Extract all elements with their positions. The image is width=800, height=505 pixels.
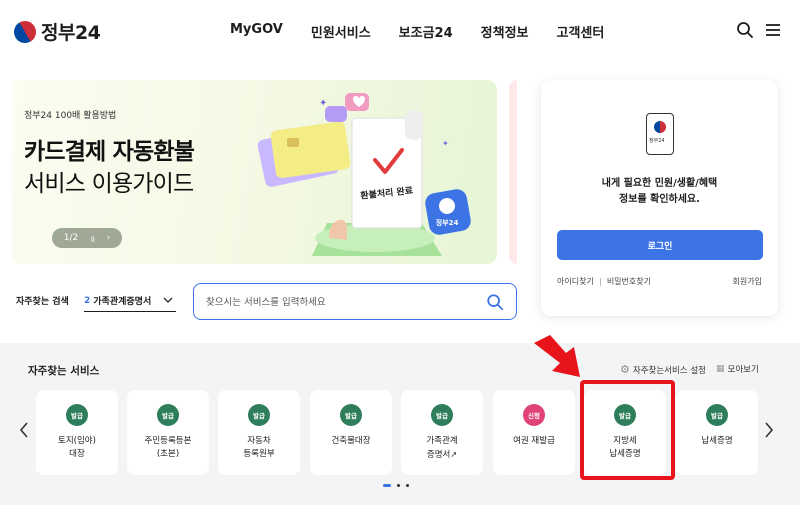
external-link-icon: ↗ <box>450 450 458 459</box>
login-message-line1: 내게 필요한 민원/생활/혜택 <box>601 178 718 189</box>
refund-illustration: 환불처리 완료 ✦ ✦ 정부24 <box>257 93 471 256</box>
issue-badge: 발급 <box>431 404 453 426</box>
logo-text: 정부24 <box>41 22 101 44</box>
chevron-right-icon[interactable]: › <box>107 233 111 243</box>
service-card-label: 토지(임야) 대장 <box>36 435 118 461</box>
service-card-tax-certificate[interactable]: 발급 납세증명 <box>676 390 758 475</box>
apply-badge: 신청 <box>523 404 545 426</box>
login-card: 정부24 내게 필요한 민원/생활/혜택 정보를 확인하세요. 로그인 아이디찾… <box>541 80 778 316</box>
pagination-dot[interactable] <box>397 484 400 487</box>
pagination-dot[interactable] <box>406 484 409 487</box>
service-card-label: 가족관계 증명서↗ <box>401 435 483 462</box>
hamburger-menu-icon[interactable] <box>763 20 783 40</box>
select-value: 가족관계증명서 <box>93 297 152 307</box>
service-card-label: 건축물대장 <box>310 435 392 448</box>
nav-item-civil-service[interactable]: 민원서비스 <box>311 22 371 41</box>
service-card-vehicle-registry[interactable]: 발급 자동차 등록원부 <box>218 390 300 475</box>
logo[interactable]: 정부24 <box>9 16 101 47</box>
card-label-line2: (초본) <box>156 449 180 459</box>
header: 정부24 MyGOV 민원서비스 보조금24 정책정보 고객센터 <box>0 0 800 62</box>
issue-badge: 발급 <box>340 404 362 426</box>
search-icon[interactable] <box>735 20 755 40</box>
login-message: 내게 필요한 민원/생활/혜택 정보를 확인하세요. <box>541 176 778 208</box>
next-banner-peek[interactable] <box>509 80 517 264</box>
login-links: 아이디찾기 비밀번호찾기 <box>557 276 651 287</box>
nav-item-subsidy[interactable]: 보조금24 <box>399 22 453 41</box>
svg-text:✦: ✦ <box>442 139 449 148</box>
service-card-land-ledger[interactable]: 발급 토지(임야) 대장 <box>36 390 118 475</box>
card-label-line2: 증명서 <box>426 450 451 460</box>
highlight-box <box>580 380 675 480</box>
card-label-line1: 토지(임야) <box>58 436 96 446</box>
search-input[interactable] <box>206 292 476 312</box>
frequent-services-section: 자주찾는 서비스 ⚙ 자주찾는서비스 설정 ▦ 모아보기 발급 토지(임야) 대… <box>0 343 800 505</box>
issue-badge: 발급 <box>248 404 270 426</box>
join-link[interactable]: 회원가입 <box>733 276 762 287</box>
chevron-right-icon[interactable] <box>763 421 775 439</box>
service-card-label: 자동차 등록원부 <box>218 435 300 461</box>
banner-page-indicator: 1/2 <box>63 233 79 243</box>
promo-banner[interactable]: 정부24 100배 활용방법 카드결제 자동환불 서비스 이용가이드 1/2 ॥… <box>12 80 497 264</box>
card-label-line2: 대장 <box>69 449 85 459</box>
svg-text:✦: ✦ <box>319 98 327 109</box>
taegeuk-logo-icon <box>9 16 41 47</box>
main-nav: MyGOV 민원서비스 보조금24 정책정보 고객센터 <box>230 22 632 41</box>
service-card-family-relation[interactable]: 발급 가족관계 증명서↗ <box>401 390 483 475</box>
red-pointer-arrow-icon <box>534 335 580 377</box>
card-label-line2-row: 증명서↗ <box>401 448 483 462</box>
card-label-line2: 등록원부 <box>243 449 275 459</box>
nav-item-policy[interactable]: 정책정보 <box>481 22 529 41</box>
banner-controls: 1/2 ॥ › <box>52 228 122 248</box>
carousel-pagination <box>383 484 409 487</box>
chevron-left-icon[interactable] <box>18 421 30 439</box>
card-label-line1: 건축물대장 <box>331 436 371 446</box>
services-title: 자주찾는 서비스 <box>28 365 100 377</box>
service-card-label: 주민등록등본 (초본) <box>127 435 209 461</box>
search-submit-icon[interactable] <box>486 293 504 311</box>
page: 정부24 MyGOV 민원서비스 보조금24 정책정보 고객센터 정부24 10… <box>0 0 800 505</box>
services-settings-link[interactable]: ⚙ 자주찾는서비스 설정 <box>620 363 706 376</box>
taegeuk-small-icon <box>654 121 666 133</box>
service-card-label: 납세증명 <box>676 435 758 448</box>
select-number: 2 <box>84 295 91 306</box>
issue-badge: 발급 <box>706 404 728 426</box>
grid-icon: ▦ <box>716 364 725 374</box>
phone-icon: 정부24 <box>646 113 674 155</box>
frequent-search-select[interactable]: 2 가족관계증명서 <box>84 290 176 312</box>
login-button[interactable]: 로그인 <box>557 230 763 260</box>
find-id-link[interactable]: 아이디찾기 <box>557 276 594 287</box>
banner-title: 카드결제 자동환불 <box>24 139 195 165</box>
issue-badge: 발급 <box>157 404 179 426</box>
nav-item-customer-center[interactable]: 고객센터 <box>557 22 605 41</box>
pause-icon[interactable]: ॥ <box>90 232 95 245</box>
search-box <box>193 283 517 320</box>
service-card-building-ledger[interactable]: 발급 건축물대장 <box>310 390 392 475</box>
phone-label: 정부24 <box>649 138 665 144</box>
card-label-line1: 여권 재발급 <box>513 436 555 446</box>
card-label-line1: 주민등록등본 <box>144 436 192 446</box>
pagination-dot-active[interactable] <box>383 484 391 487</box>
banner-subtitle: 정부24 100배 활용방법 <box>24 111 117 121</box>
services-view-all-label: 모아보기 <box>727 365 759 375</box>
card-label-line1: 가족관계 <box>426 436 458 446</box>
divider <box>599 277 601 286</box>
chevron-down-icon <box>163 297 173 303</box>
services-settings-label: 자주찾는서비스 설정 <box>632 365 706 376</box>
service-card-passport-reissue[interactable]: 신청 여권 재발급 <box>493 390 575 475</box>
nav-item-mygov[interactable]: MyGOV <box>230 22 283 41</box>
card-label-line1: 납세증명 <box>701 436 733 446</box>
issue-badge: 발급 <box>66 404 88 426</box>
gear-icon: ⚙ <box>620 363 630 376</box>
login-message-line2: 정보를 확인하세요. <box>619 194 700 205</box>
badge-text: 정부24 <box>436 218 459 227</box>
frequent-search-label: 자주찾는 검색 <box>16 297 69 307</box>
card-label-line1: 자동차 <box>247 436 271 446</box>
find-password-link[interactable]: 비밀번호찾기 <box>607 276 651 287</box>
service-card-label: 여권 재발급 <box>493 435 575 448</box>
service-card-resident-registration[interactable]: 발급 주민등록등본 (초본) <box>127 390 209 475</box>
banner-title-line2: 서비스 이용가이드 <box>24 171 194 197</box>
services-view-all-link[interactable]: ▦ 모아보기 <box>716 363 759 375</box>
